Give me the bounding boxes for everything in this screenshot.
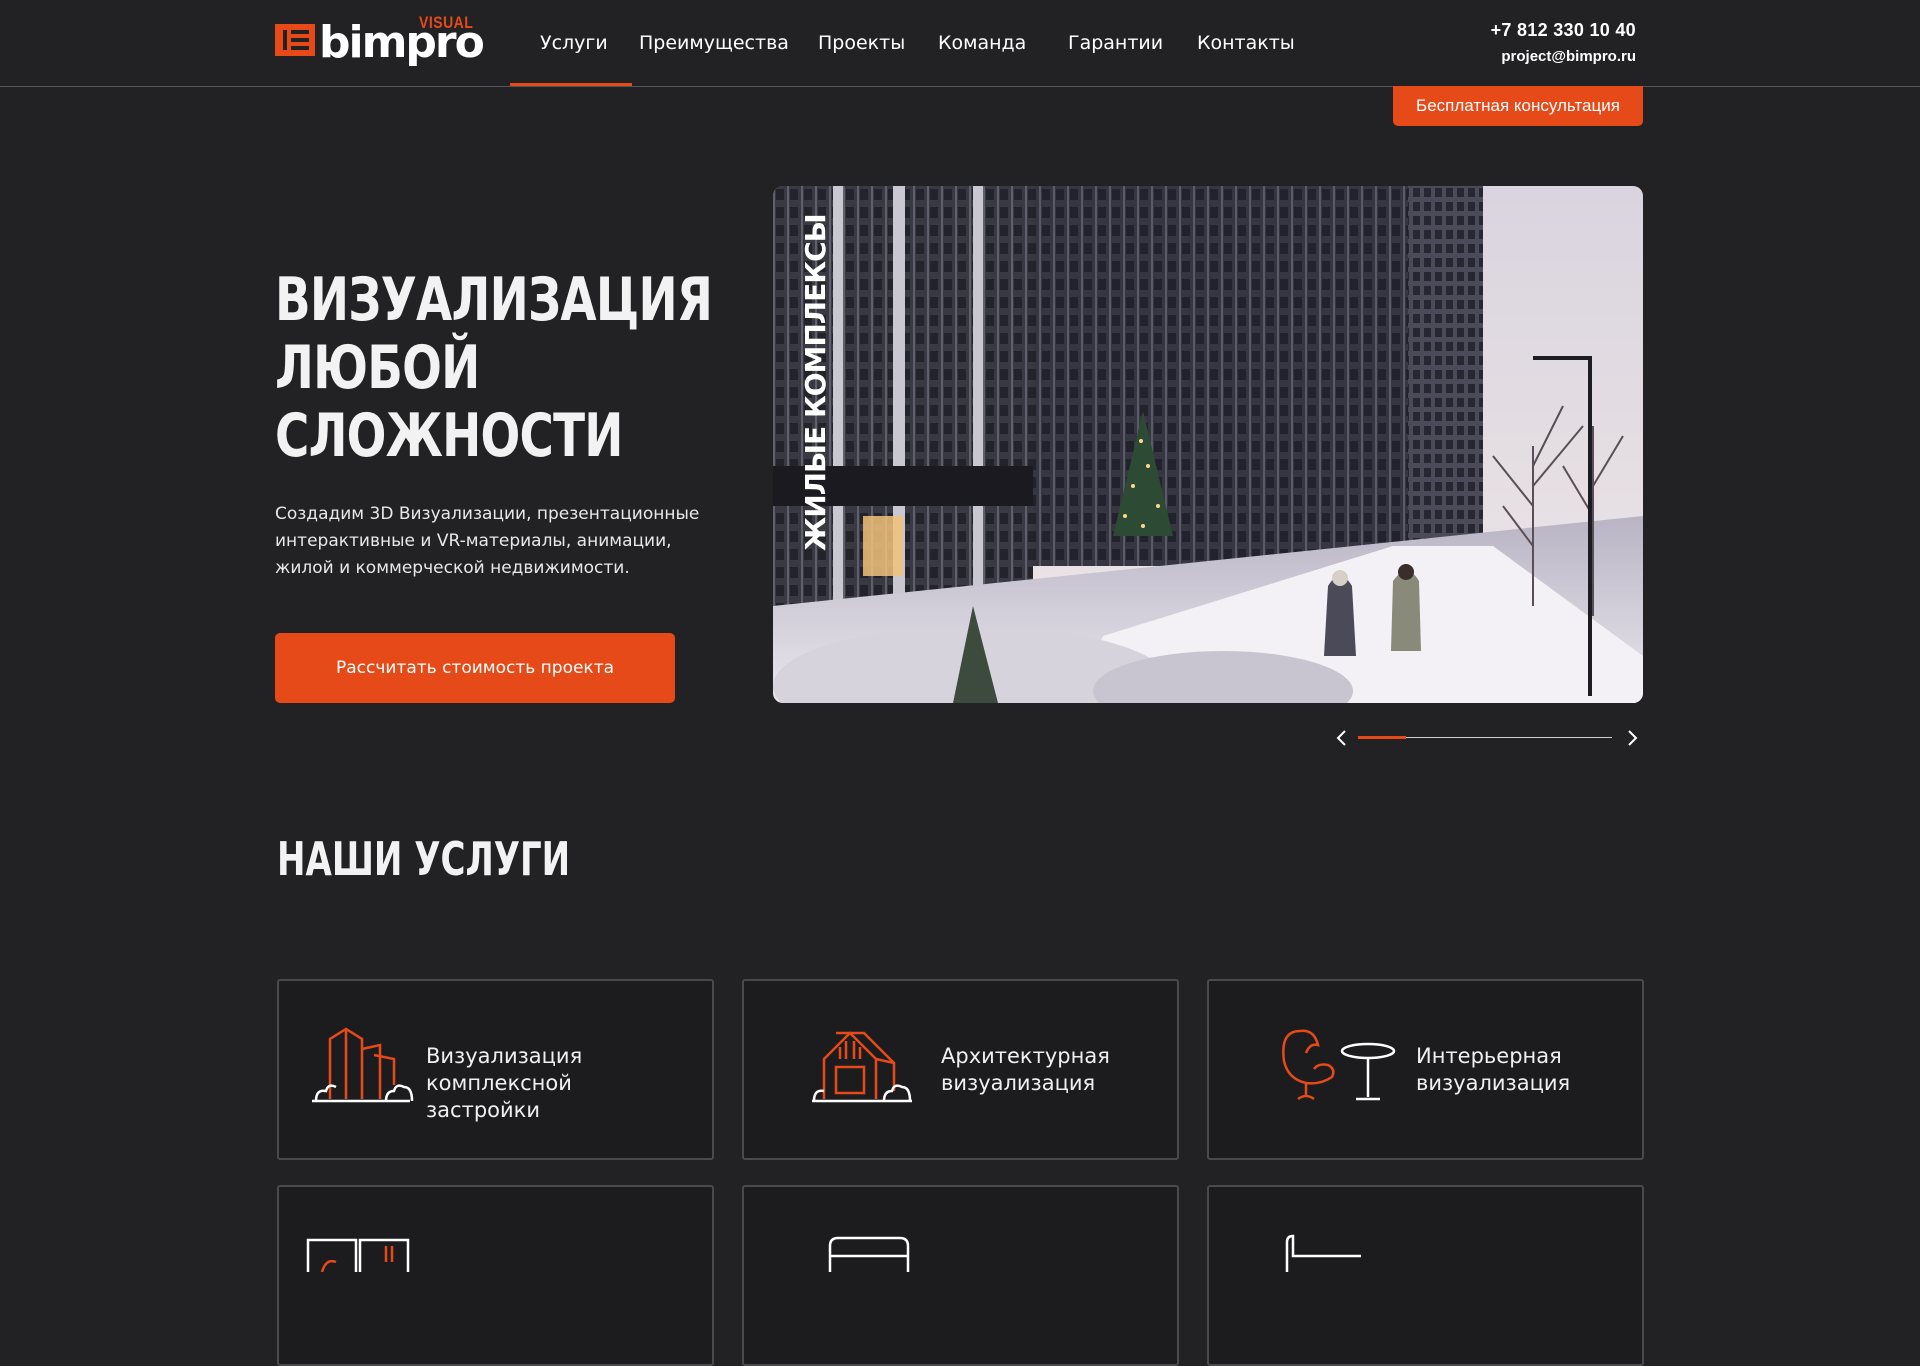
hero-title: Визуализация любой сложности: [275, 265, 713, 471]
nav-item-guarantees[interactable]: Гарантии: [1068, 32, 1163, 54]
nav-item-projects[interactable]: Проекты: [818, 32, 905, 54]
logo-mark-icon: [275, 24, 315, 56]
slider-progress-fill: [1358, 736, 1406, 739]
service-card-label: Визуализация комплексной застройки: [426, 1044, 583, 1122]
hero-description: Создадим 3D Визуализации, презентационны…: [275, 504, 700, 578]
device-icon: [828, 1236, 910, 1272]
phone-link[interactable]: +7 812 330 10 40: [1491, 20, 1636, 41]
slider-controls: [1330, 726, 1645, 750]
chevron-right-icon[interactable]: [1620, 726, 1644, 750]
nav-item-services[interactable]: Услуги: [540, 32, 608, 54]
header-contacts: +7 812 330 10 40 project@bimpro.ru: [1491, 20, 1636, 65]
email-link[interactable]: project@bimpro.ru: [1491, 48, 1636, 65]
service-card[interactable]: Архитектурная визуализация: [742, 979, 1179, 1160]
armchair-table-icon: [1282, 1029, 1396, 1101]
residential-buildings-icon: [312, 1027, 414, 1103]
site-header: bimpro VISUAL Услуги Преимущества Проект…: [0, 0, 1920, 87]
calculate-cost-button[interactable]: Рассчитать стоимость проекта: [275, 633, 675, 703]
tool-icon: [1285, 1234, 1361, 1272]
hero-title-line: Визуализация: [275, 265, 713, 335]
services-title: Наши услуги: [277, 832, 571, 886]
house-icon: [812, 1031, 912, 1103]
nav-item-contacts[interactable]: Контакты: [1197, 32, 1295, 54]
logo-subtitle: VISUAL: [419, 12, 474, 32]
service-card[interactable]: [277, 1185, 714, 1366]
hero-title-line: любой: [275, 333, 480, 403]
service-card[interactable]: [742, 1185, 1179, 1366]
chevron-left-icon[interactable]: [1330, 726, 1354, 750]
free-consultation-button[interactable]: Бесплатная консультация: [1393, 86, 1643, 126]
nav-active-indicator: [510, 83, 632, 86]
hero-slide-image: ЖИЛЫЕ КОМПЛЕКСЫ: [773, 186, 1643, 703]
service-card[interactable]: [1207, 1185, 1644, 1366]
nav-item-advantages[interactable]: Преимущества: [639, 32, 789, 54]
service-card[interactable]: Визуализация комплексной застройки: [277, 979, 714, 1160]
nav-item-team[interactable]: Команда: [938, 32, 1026, 54]
book-icon: [306, 1238, 410, 1272]
logo[interactable]: bimpro VISUAL: [275, 12, 485, 68]
winter-residential-render: [773, 186, 1643, 703]
hero-title-line: сложности: [275, 401, 623, 471]
slide-caption: ЖИЛЫЕ КОМПЛЕКСЫ: [799, 214, 832, 551]
service-card-label: Архитектурная визуализация: [941, 1044, 1110, 1095]
service-card[interactable]: Интерьерная визуализация: [1207, 979, 1644, 1160]
service-card-label: Интерьерная визуализация: [1416, 1044, 1571, 1095]
